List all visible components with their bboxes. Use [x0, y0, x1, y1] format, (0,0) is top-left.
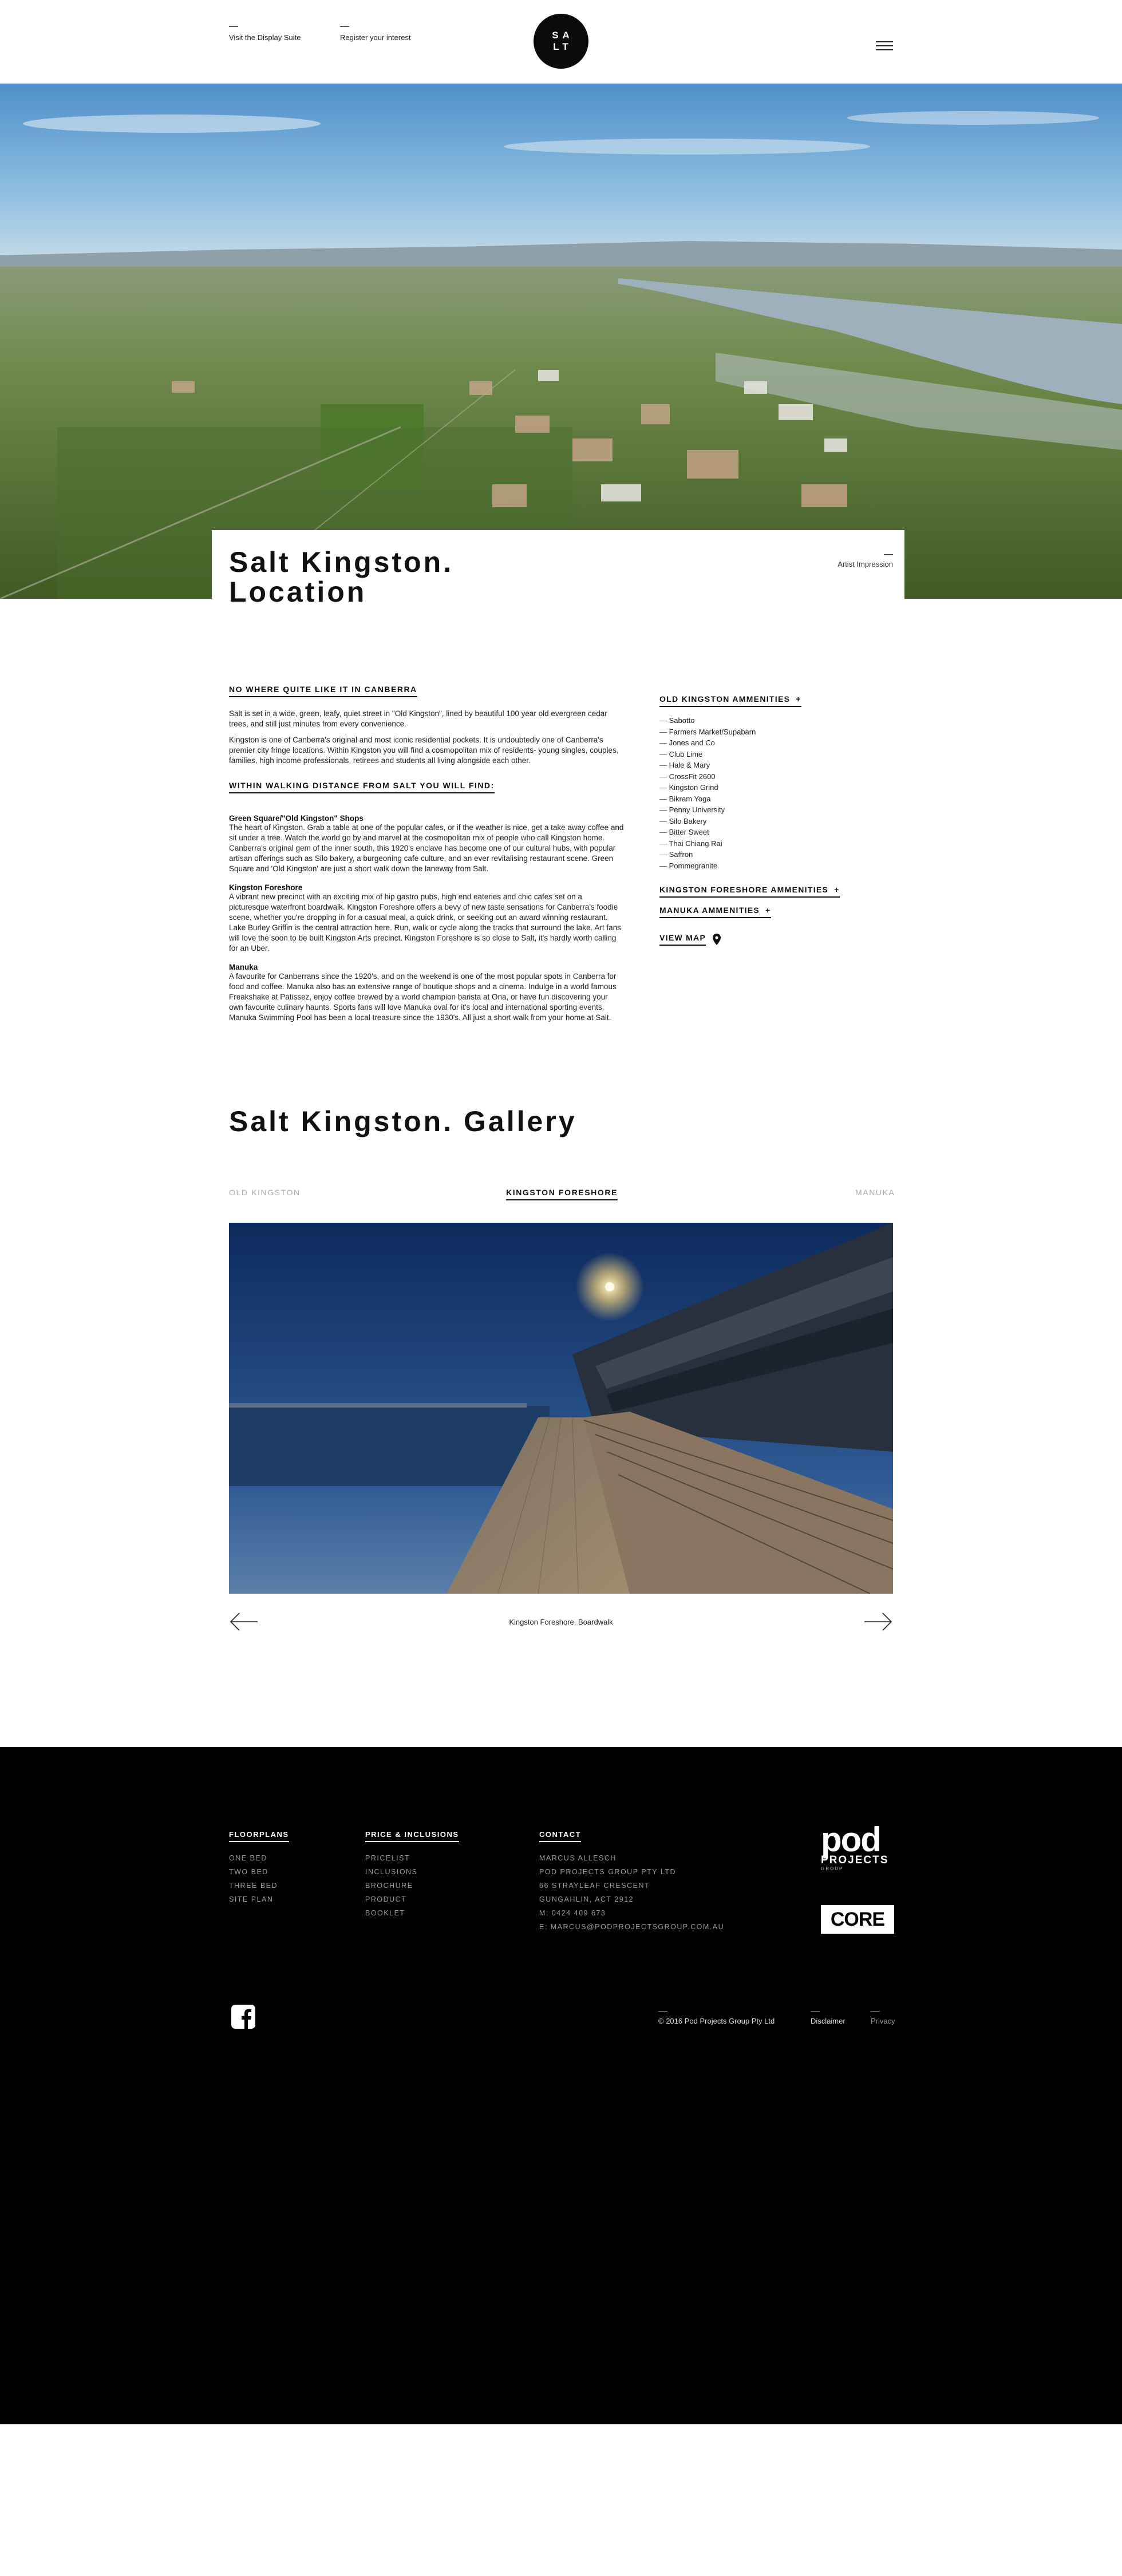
register-interest-link[interactable]: Register your interest [340, 26, 411, 42]
list-item: Hale & Mary [659, 760, 877, 771]
price-inclusions-column: PRICE & INCLUSIONS PRICELIST INCLUSIONS … [365, 1830, 459, 1920]
list-item: Pommegranite [659, 860, 877, 872]
pod-logo-small: GROUP [821, 1866, 844, 1871]
list-item: Club Lime [659, 749, 877, 760]
list-item: Saffron [659, 849, 877, 860]
view-map-link[interactable]: VIEW MAP [659, 933, 721, 946]
contact-column: CONTACT MARCUS ALLESCH POD PROJECTS GROU… [539, 1830, 724, 1934]
plus-icon: + [834, 885, 840, 894]
plus-icon: + [796, 694, 801, 704]
footer-link-pricelist[interactable]: PRICELIST [365, 1851, 459, 1865]
price-inclusions-heading: PRICE & INCLUSIONS [365, 1830, 459, 1842]
hamburger-menu-icon[interactable] [876, 41, 893, 52]
list-item: Sabotto [659, 715, 877, 726]
core-logo-text: CORE [830, 1909, 885, 1930]
footer-link-booklet[interactable]: BOOKLET [365, 1906, 459, 1920]
old-kingston-amenities-toggle[interactable]: OLD KINGSTON AMMENITIES + [659, 694, 801, 707]
gallery-caption: Kingston Foreshore. Boardwalk [509, 1618, 613, 1626]
facebook-icon[interactable] [231, 2005, 255, 2029]
list-item: Bitter Sweet [659, 827, 877, 838]
contact-street: 66 STRAYLEAF CRESCENT [539, 1882, 650, 1890]
pod-logo-sub: PROJECTS [821, 1854, 889, 1866]
footer-link-product[interactable]: PRODUCT [365, 1893, 459, 1906]
disclaimer-link[interactable]: Disclaimer [811, 2011, 846, 2025]
list-item: Farmers Market/Supabarn [659, 726, 877, 738]
hero-aerial-image [0, 84, 1122, 599]
contact-suburb: GUNGAHLIN, ACT 2912 [539, 1895, 634, 1903]
location-heading: NO WHERE QUITE LIKE IT IN CANBERRA [229, 685, 417, 697]
site-header: Visit the Display Suite Register your in… [0, 0, 1122, 84]
footer-link-two-bed[interactable]: TWO BED [229, 1865, 289, 1879]
manuka-amenities-label: MANUKA AMMENITIES [659, 906, 760, 915]
tab-kingston-foreshore[interactable]: KINGSTON FORESHORE [506, 1188, 618, 1200]
artist-impression-note: Artist Impression [837, 554, 893, 568]
green-square-title: Green Square/"Old Kingston" Shops [229, 814, 364, 823]
kingston-foreshore-text: A vibrant new precinct with an exciting … [229, 892, 621, 953]
next-arrow-icon[interactable] [863, 1612, 893, 1631]
hero-title-card: Salt Kingston. Location Artist Impressio… [212, 530, 904, 607]
footer-link-inclusions[interactable]: INCLUSIONS [365, 1865, 459, 1879]
footer-link-site-plan[interactable]: SITE PLAN [229, 1893, 289, 1906]
pod-projects-logo[interactable]: pod PROJECTS GROUP [821, 1820, 894, 1872]
logo-line-2: LT [553, 41, 572, 52]
green-square-text: The heart of Kingston. Grab a table at o… [229, 823, 624, 873]
contact-name: MARCUS ALLESCH [539, 1854, 617, 1862]
salt-logo[interactable]: SA LT [534, 14, 588, 69]
location-content: NO WHERE QUITE LIKE IT IN CANBERRA Salt … [229, 685, 624, 1029]
visit-display-suite-link[interactable]: Visit the Display Suite [229, 26, 301, 42]
tab-manuka[interactable]: MANUKA [855, 1188, 895, 1197]
footer-link-brochure[interactable]: BROCHURE [365, 1879, 459, 1893]
gallery-image-boardwalk [229, 1223, 893, 1594]
walking-distance-heading: WITHIN WALKING DISTANCE FROM SALT YOU WI… [229, 781, 495, 793]
site-footer: FLOORPLANS ONE BED TWO BED THREE BED SIT… [0, 1747, 1122, 2424]
contact-email[interactable]: E: MARCUS@PODPROJECTSGROUP.COM.AU [539, 1920, 724, 1934]
footer-link-three-bed[interactable]: THREE BED [229, 1879, 289, 1893]
foreshore-amenities-label: KINGSTON FORESHORE AMMENITIES [659, 885, 829, 894]
footer-link-one-bed[interactable]: ONE BED [229, 1851, 289, 1865]
privacy-link[interactable]: Privacy [871, 2011, 895, 2025]
list-item: Kingston Grind [659, 782, 877, 793]
contact-heading: CONTACT [539, 1830, 582, 1842]
manuka-title: Manuka [229, 963, 258, 971]
copyright-text: © 2016 Pod Projects Group Pty Ltd [658, 2011, 775, 2025]
gallery-title: Salt Kingston. Gallery [229, 1105, 577, 1137]
list-item: Bikram Yoga [659, 793, 877, 805]
contact-company: POD PROJECTS GROUP PTY LTD [539, 1868, 677, 1876]
list-item: Jones and Co [659, 737, 877, 749]
old-kingston-amenities-label: OLD KINGSTON AMMENITIES [659, 694, 791, 704]
list-item: Penny University [659, 804, 877, 816]
list-item: CrossFit 2600 [659, 771, 877, 783]
view-map-label: VIEW MAP [659, 933, 706, 946]
kingston-foreshore-title: Kingston Foreshore [229, 883, 303, 892]
floorplans-heading: FLOORPLANS [229, 1830, 289, 1842]
intro-paragraph-1: Salt is set in a wide, green, leafy, qui… [229, 709, 607, 728]
pod-logo-main: pod [821, 1820, 882, 1859]
page-title: Salt Kingston. Location [229, 546, 454, 608]
manuka-amenities-toggle[interactable]: MANUKA AMMENITIES + [659, 906, 771, 918]
tab-old-kingston[interactable]: OLD KINGSTON [229, 1188, 301, 1197]
old-kingston-amenities-list: Sabotto Farmers Market/Supabarn Jones an… [659, 715, 877, 871]
plus-icon: + [765, 906, 771, 915]
core-logo[interactable]: CORE [821, 1905, 894, 1934]
floorplans-column: FLOORPLANS ONE BED TWO BED THREE BED SIT… [229, 1830, 289, 1906]
contact-mobile[interactable]: M: 0424 409 673 [539, 1906, 724, 1920]
intro-paragraph-2: Kingston is one of Canberra's original a… [229, 736, 619, 765]
manuka-text: A favourite for Canberrans since the 192… [229, 972, 617, 1022]
logo-line-1: SA [552, 30, 574, 41]
list-item: Silo Bakery [659, 816, 877, 827]
foreshore-amenities-toggle[interactable]: KINGSTON FORESHORE AMMENITIES + [659, 885, 840, 898]
amenities-sidebar: OLD KINGSTON AMMENITIES + Sabotto Farmers… [659, 694, 877, 946]
list-item: Thai Chiang Rai [659, 838, 877, 850]
map-pin-icon [713, 934, 721, 945]
